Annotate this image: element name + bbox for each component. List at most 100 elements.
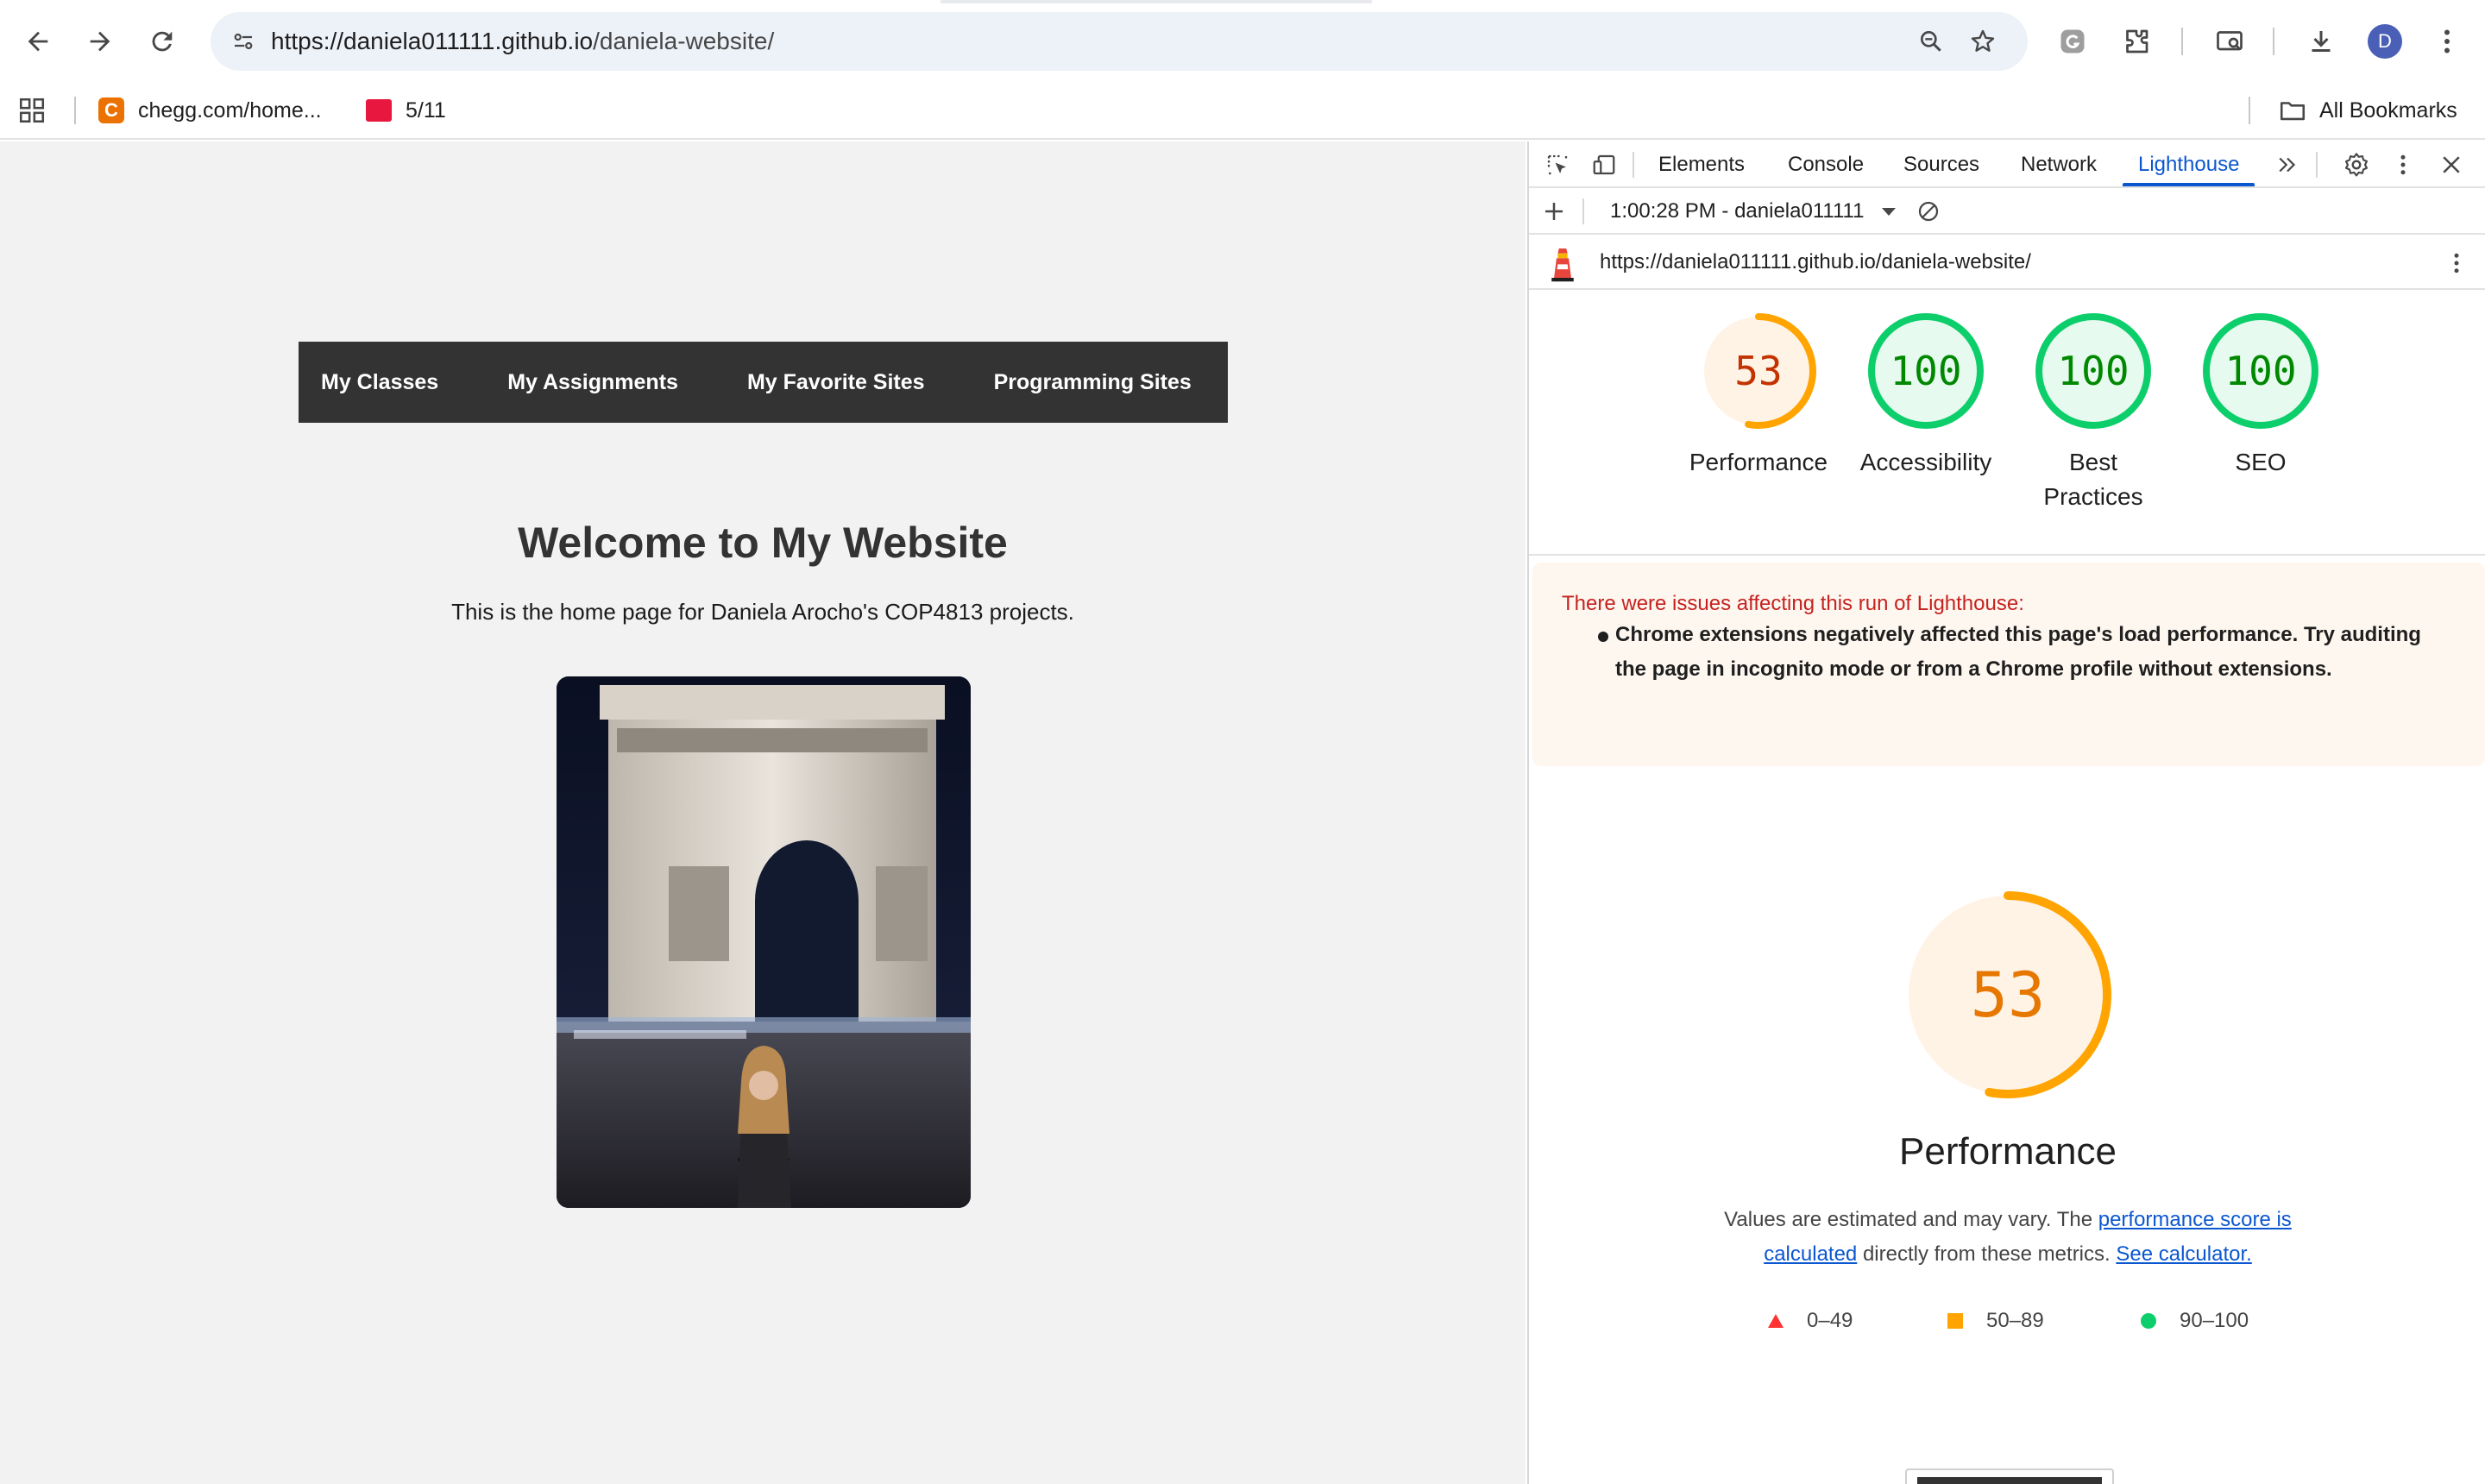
report-url: https://daniela011111.github.io/daniela-… <box>1600 250 2031 274</box>
gauge-performance[interactable]: 53 Performance <box>1672 312 1845 480</box>
page-heading: Welcome to My Website <box>518 519 1008 567</box>
tab-elements[interactable]: Elements <box>1658 141 1745 186</box>
legend-range: 50–89 <box>1986 1309 2044 1332</box>
report-selector-label: 1:00:28 PM - daniela011111 <box>1610 199 1865 223</box>
all-bookmarks-button[interactable]: All Bookmarks <box>2278 93 2457 128</box>
new-report-plus-icon[interactable] <box>1539 197 1569 226</box>
orange-square-icon <box>1947 1313 1963 1329</box>
gauge-score: 100 <box>2057 348 2130 394</box>
screenshot-thumbnail-stub <box>1905 1468 2114 1484</box>
devtools-tab-bar: Elements Console Sources Network Lightho… <box>1529 141 2485 188</box>
site-nav: My Classes My Assignments My Favorite Si… <box>299 342 1228 423</box>
url-host: https://daniela011111.github.io <box>271 28 594 54</box>
reload-button[interactable] <box>142 21 183 62</box>
apps-grid-icon[interactable] <box>17 93 47 128</box>
nav-link-my-assignments[interactable]: My Assignments <box>507 370 678 395</box>
settings-gear-icon[interactable] <box>2342 150 2371 179</box>
browser-toolbar: https://daniela011111.github.io/daniela-… <box>0 0 2485 81</box>
tab-lighthouse[interactable]: Lighthouse <box>2122 141 2255 186</box>
back-arrow-icon <box>28 31 48 52</box>
more-vertical-icon[interactable] <box>2425 19 2469 64</box>
lighthouse-toolbar: 1:00:28 PM - daniela011111 <box>1529 188 2485 235</box>
url-path: /daniela-website/ <box>593 28 775 54</box>
legend-range: 90–100 <box>2180 1309 2249 1332</box>
gauge-score: 100 <box>2224 348 2297 394</box>
gauge-accessibility[interactable]: 100 Accessibility <box>1840 312 2012 480</box>
lighthouse-logo-icon <box>1548 243 1577 283</box>
inspect-element-icon[interactable] <box>1543 150 1572 179</box>
gauge-label: SEO <box>2235 449 2287 475</box>
desc-prefix: Values are estimated and may vary. The <box>1724 1208 2098 1231</box>
forward-arrow-icon <box>90 31 110 52</box>
tab-network[interactable]: Network <box>2021 141 2097 186</box>
nav-link-programming-sites[interactable]: Programming Sites <box>994 370 1192 395</box>
performance-big-score: 53 <box>1970 959 2046 1031</box>
web-page: My Classes My Assignments My Favorite Si… <box>0 141 1526 1484</box>
reload-icon <box>152 31 173 52</box>
gauge-label: Best Practices <box>2043 449 2143 510</box>
warning-item: Chrome extensions negatively affected th… <box>1615 623 2421 681</box>
star-icon[interactable] <box>1962 21 2004 62</box>
report-url-bar: https://daniela011111.github.io/daniela-… <box>1529 235 2485 290</box>
report-selector[interactable]: 1:00:28 PM - daniela011111 <box>1610 199 1897 223</box>
devtools-menu-icon[interactable] <box>2388 150 2418 179</box>
gauge-score: 53 <box>1734 348 1783 394</box>
dropdown-caret-icon <box>1882 208 1897 217</box>
report-menu-icon[interactable] <box>2442 248 2471 278</box>
close-devtools-icon[interactable] <box>2437 150 2466 179</box>
page-subtitle: This is the home page for Daniela Arocho… <box>451 599 1074 625</box>
legend-average: 50–89 <box>1947 1308 2044 1334</box>
site-info-icon[interactable] <box>223 21 264 62</box>
extensions-icon[interactable] <box>2114 19 2159 64</box>
profile-avatar[interactable]: D <box>2368 24 2402 59</box>
all-bookmarks-label: All Bookmarks <box>2319 97 2457 123</box>
gauge-label: Accessibility <box>1859 449 1992 475</box>
gauge-best-practices[interactable]: 100 Best Practices <box>2007 312 2180 514</box>
score-gauges: 53 Performance 100 Accessibility 100 Bes… <box>1529 290 2485 556</box>
performance-description: Values are estimated and may vary. The p… <box>1684 1203 2331 1272</box>
device-toolbar-icon[interactable] <box>1589 150 1619 179</box>
bookmark-chegg[interactable]: C chegg.com/home... <box>98 93 322 128</box>
address-bar[interactable]: https://daniela011111.github.io/daniela-… <box>211 12 2028 71</box>
download-icon[interactable] <box>2299 19 2343 64</box>
devtools-panel: Elements Console Sources Network Lightho… <box>1527 141 2485 1484</box>
toolbar-separator <box>1582 198 1584 224</box>
tab-console[interactable]: Console <box>1788 141 1864 186</box>
tab-sources[interactable]: Sources <box>1903 141 1979 186</box>
nav-link-my-favorite-sites[interactable]: My Favorite Sites <box>747 370 925 395</box>
folder-icon <box>2280 102 2306 121</box>
performance-title: Performance <box>1899 1130 2117 1173</box>
arc-de-triomphe-photo <box>557 676 971 1208</box>
more-tabs-chevron-icon[interactable] <box>2273 150 2302 179</box>
gauge-label: Performance <box>1689 449 1828 475</box>
grammarly-icon[interactable] <box>2050 19 2095 64</box>
screen-search-icon[interactable] <box>2207 19 2252 64</box>
desc-middle: directly from these metrics. <box>1857 1242 2117 1266</box>
legend-fail: 0–49 <box>1767 1308 1853 1334</box>
bookmark-label: chegg.com/home... <box>138 97 322 123</box>
bookmark-separator <box>2249 97 2250 124</box>
bullet-icon <box>1598 632 1608 642</box>
warning-box: There were issues affecting this run of … <box>1532 563 2485 766</box>
warning-title: There were issues affecting this run of … <box>1562 592 2024 615</box>
green-circle-icon <box>2141 1313 2156 1329</box>
forward-button[interactable] <box>79 21 121 62</box>
see-calculator-link[interactable]: See calculator. <box>2116 1242 2251 1266</box>
tab-separator <box>1633 152 1634 178</box>
gauge-score: 100 <box>1890 348 1962 394</box>
back-button[interactable] <box>17 21 59 62</box>
gauge-seo[interactable]: 100 SEO <box>2174 312 2347 480</box>
legend-pass: 90–100 <box>2140 1308 2249 1334</box>
toolbar-separator <box>2181 28 2183 55</box>
url-text[interactable]: https://daniela011111.github.io/daniela-… <box>271 12 774 71</box>
bookmark-5-11[interactable]: 5/11 <box>366 93 446 128</box>
chegg-favicon-icon: C <box>98 97 124 123</box>
tab-separator <box>2316 152 2318 178</box>
red-favicon-icon <box>366 99 392 122</box>
nav-link-my-classes[interactable]: My Classes <box>321 370 438 395</box>
clear-reports-icon[interactable] <box>1914 197 1943 226</box>
toolbar-separator <box>2273 28 2274 55</box>
performance-big-gauge: 53 <box>1903 890 2112 1099</box>
zoom-icon[interactable] <box>1910 21 1952 62</box>
active-tab-indicator <box>941 0 1372 3</box>
